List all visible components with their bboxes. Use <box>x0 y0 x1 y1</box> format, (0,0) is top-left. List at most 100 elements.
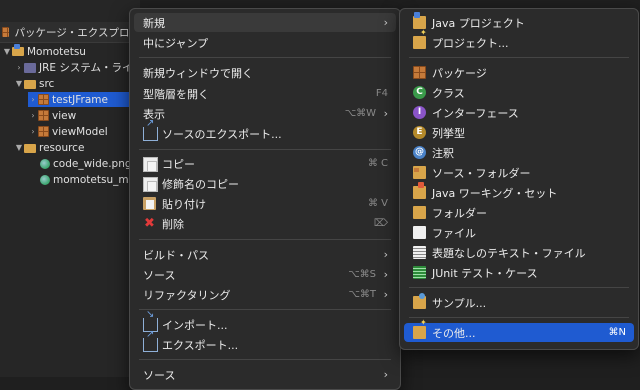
enum-icon: E <box>413 126 426 139</box>
menu-item-source-2[interactable]: ソース › <box>134 365 396 384</box>
menu-item-label: ソース <box>143 368 176 382</box>
menu-item-source[interactable]: ソース ⌥⌘S › <box>134 265 396 284</box>
menu-item-label: 型階層を開く <box>143 87 209 101</box>
menu-separator <box>139 57 391 58</box>
package-icon <box>38 126 49 137</box>
submenu-item-source-folder[interactable]: ソース・フォルダー <box>404 163 634 182</box>
source-folder-icon <box>24 79 36 89</box>
folder-icon <box>413 206 426 219</box>
menu-item-label: 新規 <box>143 16 165 30</box>
menu-item-show-in[interactable]: 表示 ⌥⌘W › <box>134 104 396 123</box>
submenu-item-working-set[interactable]: Java ワーキング・セット <box>404 182 634 202</box>
submenu-item-interface[interactable]: I インターフェース <box>404 103 634 122</box>
menu-item-label: リファクタリング <box>143 288 231 302</box>
submenu-item-enum[interactable]: E 列挙型 <box>404 123 634 142</box>
menu-item-label: インターフェース <box>432 106 519 120</box>
package-explorer-icon <box>2 27 9 37</box>
file-icon <box>413 226 426 239</box>
tree-item-momotetsu-m[interactable]: momotetsu_m <box>40 172 129 187</box>
menu-item-copy-qualified-name[interactable]: 修飾名のコピー <box>134 174 396 193</box>
menu-item-label: コピー <box>162 157 195 171</box>
image-file-icon <box>40 174 50 185</box>
menu-item-label: Java プロジェクト <box>432 16 525 30</box>
menu-separator <box>409 57 629 58</box>
menu-item-label: フォルダー <box>432 206 487 220</box>
menu-shortcut: ⌦ <box>373 218 388 229</box>
tree-item-viewmodel[interactable]: › viewModel <box>28 124 107 139</box>
menu-item-paste[interactable]: 貼り付け ⌘ V <box>134 194 396 213</box>
tree-item-src[interactable]: ▼ src <box>14 76 54 91</box>
annotation-icon: @ <box>413 146 426 159</box>
menu-item-copy[interactable]: コピー ⌘ C <box>134 154 396 173</box>
chevron-right-icon[interactable]: › <box>28 95 38 104</box>
menu-item-label: エクスポート... <box>162 338 239 352</box>
chevron-right-icon: › <box>383 368 388 381</box>
text-file-icon <box>413 246 426 259</box>
menu-shortcut: ⌥⌘S <box>348 269 376 280</box>
submenu-item-class[interactable]: C クラス <box>404 83 634 102</box>
menu-shortcut: ⌥⌘T <box>348 289 376 300</box>
menu-item-label: 注釈 <box>432 146 454 160</box>
new-submenu: Java プロジェクト プロジェクト... パッケージ C クラス I インター… <box>399 8 639 350</box>
chevron-right-icon[interactable]: › <box>14 63 24 72</box>
working-set-icon <box>413 182 426 199</box>
copy-icon <box>143 157 158 172</box>
submenu-item-untitled-text-file[interactable]: 表題なしのテキスト・ファイル <box>404 243 634 262</box>
chevron-right-icon: › <box>383 107 388 120</box>
menu-item-import[interactable]: インポート... <box>134 309 396 334</box>
menu-item-build-path[interactable]: ビルド・パス › <box>134 245 396 264</box>
menu-item-label: ソース・フォルダー <box>432 166 531 180</box>
chevron-down-icon[interactable]: ▼ <box>2 47 12 56</box>
tree-item-code-wide[interactable]: code_wide.png <box>40 156 132 171</box>
menu-shortcut: ⌘N <box>608 327 626 338</box>
chevron-right-icon: › <box>383 248 388 261</box>
menu-separator <box>409 317 629 318</box>
menu-item-delete[interactable]: ✖ 削除 ⌦ <box>134 214 396 233</box>
menu-item-label: ファイル <box>432 226 476 240</box>
submenu-item-file[interactable]: ファイル <box>404 223 634 242</box>
menu-shortcut: ⌘ C <box>367 158 388 169</box>
menu-item-go-into[interactable]: 中にジャンプ <box>134 33 396 52</box>
submenu-item-package[interactable]: パッケージ <box>404 63 634 82</box>
menu-item-label: 削除 <box>162 217 184 231</box>
chevron-down-icon[interactable]: ▼ <box>14 143 24 152</box>
chevron-right-icon[interactable]: › <box>28 127 38 136</box>
menu-item-label: JUnit テスト・ケース <box>432 266 538 280</box>
chevron-right-icon[interactable]: › <box>28 111 38 120</box>
menu-item-refactor[interactable]: リファクタリング ⌥⌘T › <box>134 285 396 304</box>
submenu-item-java-project[interactable]: Java プロジェクト <box>404 12 634 32</box>
submenu-item-other[interactable]: その他... ⌘N <box>404 318 634 342</box>
other-wizard-icon <box>413 318 427 339</box>
menu-item-label: ビルド・パス <box>143 248 209 262</box>
menu-item-open-new-window[interactable]: 新規ウィンドウで開く <box>134 63 396 82</box>
menu-item-new[interactable]: 新規 › <box>134 13 396 32</box>
class-icon: C <box>413 86 426 99</box>
menu-item-label: 表題なしのテキスト・ファイル <box>432 246 586 260</box>
menu-shortcut: ⌥⌘W <box>344 108 376 119</box>
package-explorer-tab[interactable]: パッケージ・エクスプロー <box>0 22 140 43</box>
submenu-item-project[interactable]: プロジェクト... <box>404 28 634 52</box>
package-icon <box>38 94 49 105</box>
tree-item-project[interactable]: ▼ Momotetsu <box>2 44 86 59</box>
tree-item-jre[interactable]: › JRE システム・ライ <box>14 60 132 75</box>
tree-item-view[interactable]: › view <box>28 108 76 123</box>
submenu-item-folder[interactable]: フォルダー <box>404 203 634 222</box>
menu-item-export-source[interactable]: ソースのエクスポート... <box>134 118 396 143</box>
menu-separator <box>139 239 391 240</box>
java-project-icon <box>12 44 24 56</box>
tree-item-testjframe[interactable]: › testJFrame <box>28 92 130 107</box>
menu-item-open-type-hierarchy[interactable]: 型階層を開く F4 <box>134 84 396 103</box>
export-source-icon <box>143 118 158 141</box>
submenu-item-sample[interactable]: サンプル... <box>404 293 634 312</box>
tree-item-resource[interactable]: ▼ resource <box>14 140 85 155</box>
chevron-right-icon: › <box>383 16 388 29</box>
submenu-item-annotation[interactable]: @ 注釈 <box>404 143 634 162</box>
tree-item-label: Momotetsu <box>27 45 86 58</box>
junit-icon <box>413 266 426 279</box>
tree-item-label: testJFrame <box>52 93 108 106</box>
interface-icon: I <box>413 106 426 119</box>
menu-item-label: 貼り付け <box>162 197 206 211</box>
menu-item-export[interactable]: エクスポート... <box>134 329 396 354</box>
submenu-item-junit-test-case[interactable]: JUnit テスト・ケース <box>404 263 634 282</box>
chevron-down-icon[interactable]: ▼ <box>14 79 24 88</box>
